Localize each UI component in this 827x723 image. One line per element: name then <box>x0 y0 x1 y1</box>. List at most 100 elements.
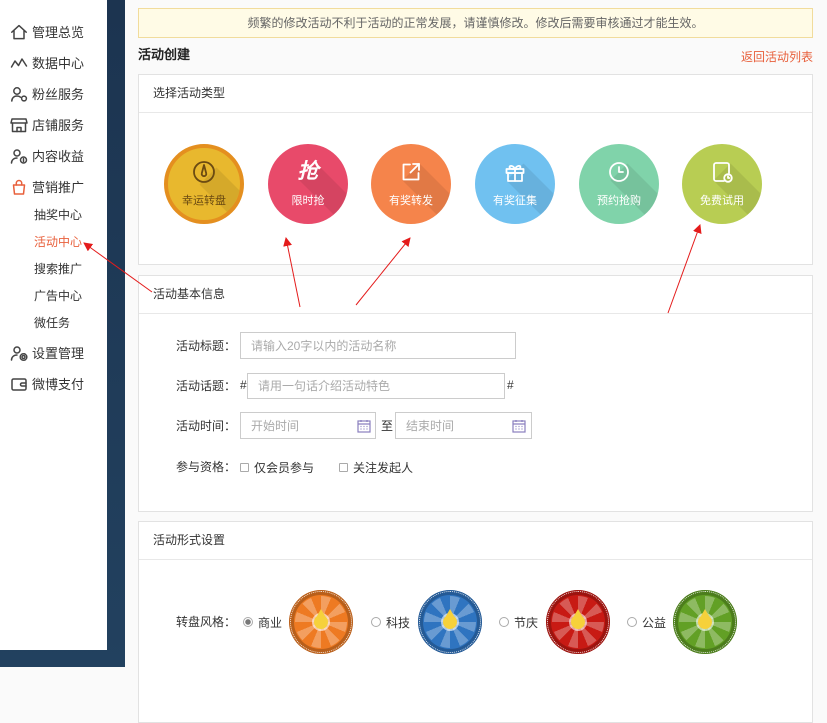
wheel-pointer <box>698 609 712 629</box>
sidebar-item-label: 店铺服务 <box>32 118 85 133</box>
calendar-icon[interactable] <box>512 419 526 433</box>
wheel-preview-festival[interactable] <box>546 590 610 654</box>
activity-type-share-reward[interactable]: 有奖转发 <box>371 144 451 224</box>
sidebar-item-payment[interactable]: 微博支付 <box>0 368 107 399</box>
activity-title-input[interactable] <box>240 332 516 359</box>
sidebar-item-label: 数据中心 <box>32 56 85 71</box>
wheel-style-tech-radio[interactable] <box>371 617 381 627</box>
sidebar-subitem-lottery[interactable]: 抽奖中心 <box>0 202 107 229</box>
home-icon <box>10 23 28 41</box>
topic-prefix-hash: # <box>240 378 247 392</box>
sidebar-subitem-ad-center[interactable]: 广告中心 <box>0 283 107 310</box>
end-date-picker <box>395 412 532 439</box>
sidebar-item-store[interactable]: 店铺服务 <box>0 109 107 140</box>
sidebar-item-label: 营销推广 <box>32 180 85 195</box>
dial-icon <box>192 160 216 184</box>
gift-icon <box>503 160 527 184</box>
date-range-separator: 至 <box>381 419 394 433</box>
wallet-icon <box>10 375 28 393</box>
activity-type-label: 预约抢购 <box>597 195 641 207</box>
grab-glyph: 抢 <box>297 160 319 183</box>
activity-time-label: 活动时间： <box>175 419 236 433</box>
wheel-pointer <box>314 609 328 629</box>
activity-type-flash-sale[interactable]: 抢 限时抢 <box>268 144 348 224</box>
members-only-checkbox[interactable] <box>240 462 249 472</box>
user-settings-icon <box>10 344 28 362</box>
store-icon <box>10 116 28 134</box>
members-only-label: 仅会员参与 <box>254 460 315 475</box>
sidebar-item-label: 管理总览 <box>32 25 85 40</box>
wheel-style-charity-radio[interactable] <box>627 617 637 627</box>
trial-icon <box>710 160 734 184</box>
notice-text: 频繁的修改活动不利于活动的正常发展，请谨慎修改。修改后需要审核通过才能生效。 <box>247 16 704 30</box>
topic-suffix-hash: # <box>507 378 514 392</box>
share-icon <box>399 160 423 184</box>
sidebar-item-label: 内容收益 <box>32 149 85 164</box>
activity-type-label: 免费试用 <box>700 195 744 207</box>
activity-title-label: 活动标题： <box>175 339 236 353</box>
sidebar-menu: 管理总览 数据中心 粉丝服务 店铺服务 内容收益 营销推广 抽奖中心 活动中心 … <box>0 16 107 399</box>
activity-type-collection-reward[interactable]: 有奖征集 <box>475 144 555 224</box>
activity-type-reservation[interactable]: 预约抢购 <box>579 144 659 224</box>
sidebar-subitem-activity-center[interactable]: 活动中心 <box>0 229 107 256</box>
sidebar-item-overview[interactable]: 管理总览 <box>0 16 107 47</box>
wheel-style-tech-option[interactable]: 科技 <box>371 612 410 632</box>
page-title: 活动创建 <box>138 47 191 62</box>
bag-icon <box>10 178 28 196</box>
panel-title: 选择活动类型 <box>139 75 812 113</box>
fans-icon <box>10 85 28 103</box>
back-to-list-link[interactable]: 返回活动列表 <box>741 49 813 65</box>
wheel-preview-business[interactable] <box>289 590 353 654</box>
wheel-style-business-option[interactable]: 商业 <box>243 612 282 632</box>
activity-topic-label: 活动话题： <box>175 379 236 393</box>
start-date-picker <box>240 412 376 439</box>
wheel-style-option-label: 科技 <box>386 615 411 630</box>
wheel-style-festival-option[interactable]: 节庆 <box>499 612 538 632</box>
wheel-style-option-label: 商业 <box>258 615 283 630</box>
calendar-icon[interactable] <box>357 419 371 433</box>
sidebar-item-label: 设置管理 <box>32 346 85 361</box>
eligibility-label: 参与资格： <box>175 460 236 474</box>
wheel-style-option-label: 公益 <box>642 615 667 630</box>
activity-type-lucky-wheel[interactable]: 幸运转盘 <box>164 144 244 224</box>
activity-form-panel: 活动形式设置 转盘风格： 商业 科技 节庆 公益 <box>138 521 813 723</box>
wheel-style-festival-radio[interactable] <box>499 617 509 627</box>
wheel-style-business-radio[interactable] <box>243 617 253 627</box>
panel-title: 活动基本信息 <box>139 276 812 314</box>
sidebar-item-settings[interactable]: 设置管理 <box>0 337 107 368</box>
wheel-style-label: 转盘风格： <box>175 615 236 629</box>
sidebar-item-income[interactable]: 内容收益 <box>0 140 107 171</box>
chart-icon <box>10 54 28 72</box>
activity-type-label: 有奖转发 <box>389 195 433 207</box>
follow-initiator-option[interactable]: 关注发起人 <box>339 457 413 477</box>
panel-title: 活动形式设置 <box>139 522 812 560</box>
clock-icon <box>607 160 631 184</box>
sidebar-item-fans[interactable]: 粉丝服务 <box>0 78 107 109</box>
activity-type-label: 幸运转盘 <box>182 195 226 207</box>
sidebar-subitem-micro-task[interactable]: 微任务 <box>0 310 107 337</box>
basic-info-panel: 活动基本信息 活动标题： 活动话题： # # 活动时间： 至 参与资格： 仅会员… <box>138 275 813 512</box>
sidebar: 管理总览 数据中心 粉丝服务 店铺服务 内容收益 营销推广 抽奖中心 活动中心 … <box>0 0 107 650</box>
activity-type-free-trial[interactable]: 免费试用 <box>682 144 762 224</box>
members-only-option[interactable]: 仅会员参与 <box>240 457 314 477</box>
activity-type-panel: 选择活动类型 幸运转盘 抢 限时抢 有奖转发 有奖征集 预约抢购 免费试用 <box>138 74 813 265</box>
notice-bar: 频繁的修改活动不利于活动的正常发展，请谨慎修改。修改后需要审核通过才能生效。 <box>138 8 813 38</box>
sidebar-subitem-search-promo[interactable]: 搜索推广 <box>0 256 107 283</box>
wheel-preview-charity[interactable] <box>673 590 737 654</box>
sidebar-item-data-center[interactable]: 数据中心 <box>0 47 107 78</box>
start-time-input[interactable] <box>240 412 376 439</box>
activity-topic-input[interactable] <box>247 373 505 399</box>
wheel-pointer <box>571 609 585 629</box>
follow-initiator-checkbox[interactable] <box>339 462 348 472</box>
sidebar-item-label: 粉丝服务 <box>32 87 85 102</box>
activity-type-label: 有奖征集 <box>493 195 537 207</box>
wheel-preview-tech[interactable] <box>418 590 482 654</box>
marketing-submenu: 抽奖中心 活动中心 搜索推广 广告中心 微任务 <box>0 202 107 337</box>
wheel-pointer <box>443 609 457 629</box>
sidebar-item-marketing[interactable]: 营销推广 <box>0 171 107 202</box>
activity-type-label: 限时抢 <box>291 195 325 207</box>
follow-initiator-label: 关注发起人 <box>353 460 414 475</box>
income-icon <box>10 147 28 165</box>
wheel-style-charity-option[interactable]: 公益 <box>627 612 666 632</box>
wheel-style-option-label: 节庆 <box>514 615 539 630</box>
